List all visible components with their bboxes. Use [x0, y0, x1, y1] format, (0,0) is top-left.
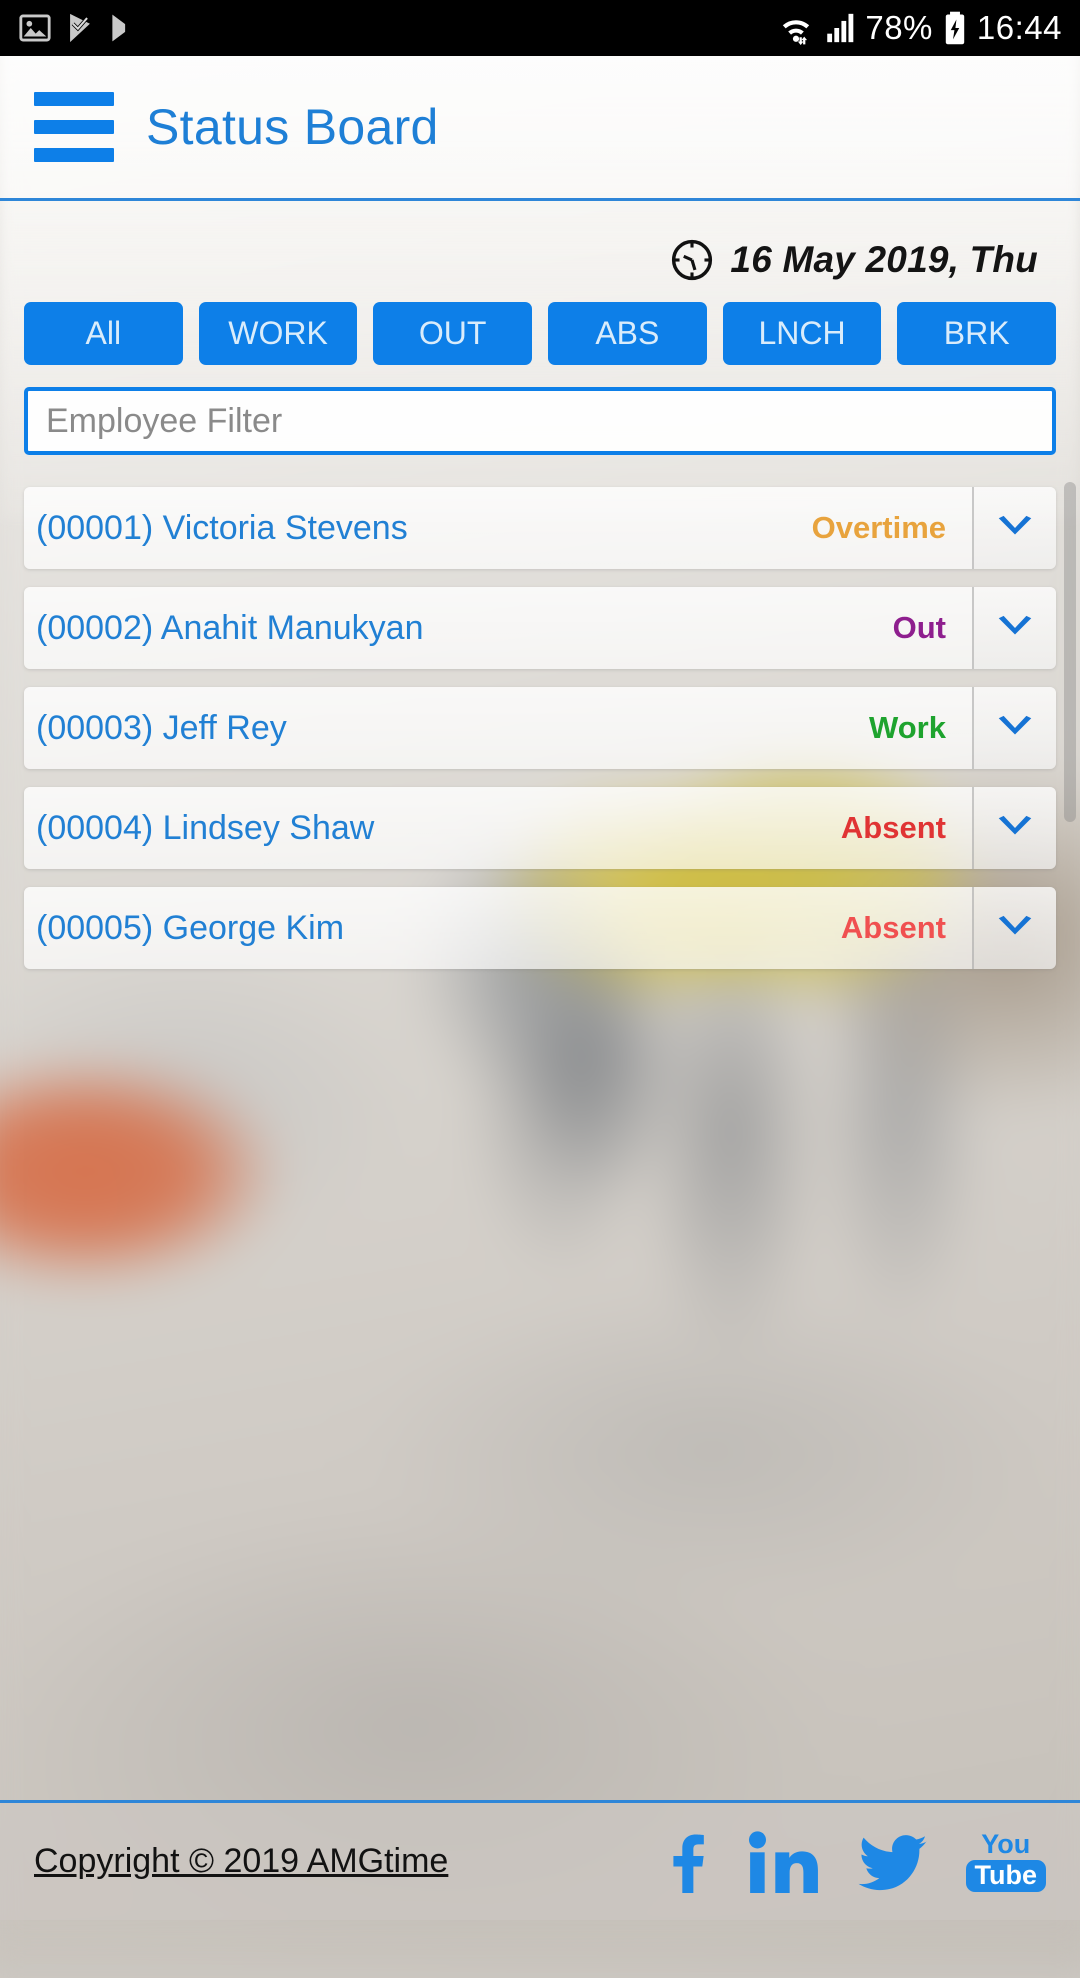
employee-filter-input[interactable]: [24, 387, 1056, 455]
hamburger-bar-2: [34, 120, 114, 134]
twitter-icon[interactable]: [858, 1831, 930, 1893]
status-bar: 78% 16:44: [0, 0, 1080, 56]
status-bar-system-icons: 78% 16:44: [777, 9, 1062, 47]
employee-name: (00002) Anahit Manukyan: [36, 609, 893, 648]
google-play-icon: [108, 11, 138, 45]
facebook-icon[interactable]: [660, 1831, 712, 1893]
app-bar: Status Board: [0, 56, 1080, 201]
table-row[interactable]: (00005) George Kim Absent: [24, 887, 1056, 969]
table-row[interactable]: (00004) Lindsey Shaw Absent: [24, 787, 1056, 869]
employee-filter-container: [24, 387, 1056, 455]
status-bar-notification-icons: [18, 11, 138, 45]
clock-time-label: 16:44: [977, 9, 1062, 47]
expand-row-button[interactable]: [974, 687, 1056, 769]
employee-name: (00001) Victoria Stevens: [36, 509, 812, 548]
employee-name: (00003) Jeff Rey: [36, 709, 869, 748]
employee-row-main[interactable]: (00002) Anahit Manukyan Out: [24, 587, 974, 669]
employee-list: (00001) Victoria Stevens Overtime (00002…: [24, 487, 1056, 987]
employee-name: (00005) George Kim: [36, 909, 841, 948]
employee-name: (00004) Lindsey Shaw: [36, 809, 841, 848]
current-date-label: 16 May 2019, Thu: [730, 239, 1038, 281]
youtube-icon[interactable]: You Tube: [966, 1831, 1047, 1892]
status-badge: Work: [869, 710, 946, 746]
filter-button-abs[interactable]: ABS: [548, 302, 707, 365]
status-badge: Absent: [841, 810, 946, 846]
linkedin-icon[interactable]: [748, 1831, 822, 1893]
image-icon: [18, 11, 52, 45]
date-bar[interactable]: 16 May 2019, Thu: [670, 238, 1038, 282]
signal-icon: [825, 11, 855, 45]
hamburger-bar-1: [34, 92, 114, 106]
table-row[interactable]: (00002) Anahit Manukyan Out: [24, 587, 1056, 669]
wifi-icon: [777, 11, 815, 45]
hamburger-menu-icon[interactable]: [34, 92, 114, 162]
copyright-link[interactable]: Copyright © 2019 AMGtime: [34, 1842, 448, 1881]
chevron-down-icon: [995, 715, 1035, 741]
status-badge: Overtime: [812, 510, 946, 546]
table-row[interactable]: (00001) Victoria Stevens Overtime: [24, 487, 1056, 569]
filter-button-out[interactable]: OUT: [373, 302, 532, 365]
chevron-down-icon: [995, 915, 1035, 941]
employee-row-main[interactable]: (00003) Jeff Rey Work: [24, 687, 974, 769]
filter-button-brk[interactable]: BRK: [897, 302, 1056, 365]
expand-row-button[interactable]: [974, 587, 1056, 669]
filter-button-work[interactable]: WORK: [199, 302, 358, 365]
filter-button-all[interactable]: All: [24, 302, 183, 365]
status-badge: Out: [893, 610, 946, 646]
list-scrollbar[interactable]: [1064, 482, 1076, 822]
chevron-down-icon: [995, 615, 1035, 641]
table-row[interactable]: (00003) Jeff Rey Work: [24, 687, 1056, 769]
battery-charging-icon: [943, 11, 967, 45]
page-title: Status Board: [146, 98, 439, 156]
footer: Copyright © 2019 AMGtime You Tube: [0, 1800, 1080, 1920]
youtube-you-label: You: [981, 1831, 1030, 1858]
hamburger-bar-3: [34, 148, 114, 162]
youtube-tube-label: Tube: [966, 1860, 1047, 1892]
chevron-down-icon: [995, 515, 1035, 541]
filter-button-lnch[interactable]: LNCH: [723, 302, 882, 365]
status-badge: Absent: [841, 910, 946, 946]
clock-icon: [670, 238, 714, 282]
social-links: You Tube: [660, 1831, 1047, 1893]
employee-row-main[interactable]: (00005) George Kim Absent: [24, 887, 974, 969]
status-filter-bar: All WORK OUT ABS LNCH BRK: [24, 302, 1056, 365]
expand-row-button[interactable]: [974, 487, 1056, 569]
expand-row-button[interactable]: [974, 787, 1056, 869]
expand-row-button[interactable]: [974, 887, 1056, 969]
battery-percent-label: 78%: [865, 9, 933, 47]
chevron-down-icon: [995, 815, 1035, 841]
employee-row-main[interactable]: (00004) Lindsey Shaw Absent: [24, 787, 974, 869]
employee-row-main[interactable]: (00001) Victoria Stevens Overtime: [24, 487, 974, 569]
app-update-icon: [66, 11, 94, 45]
